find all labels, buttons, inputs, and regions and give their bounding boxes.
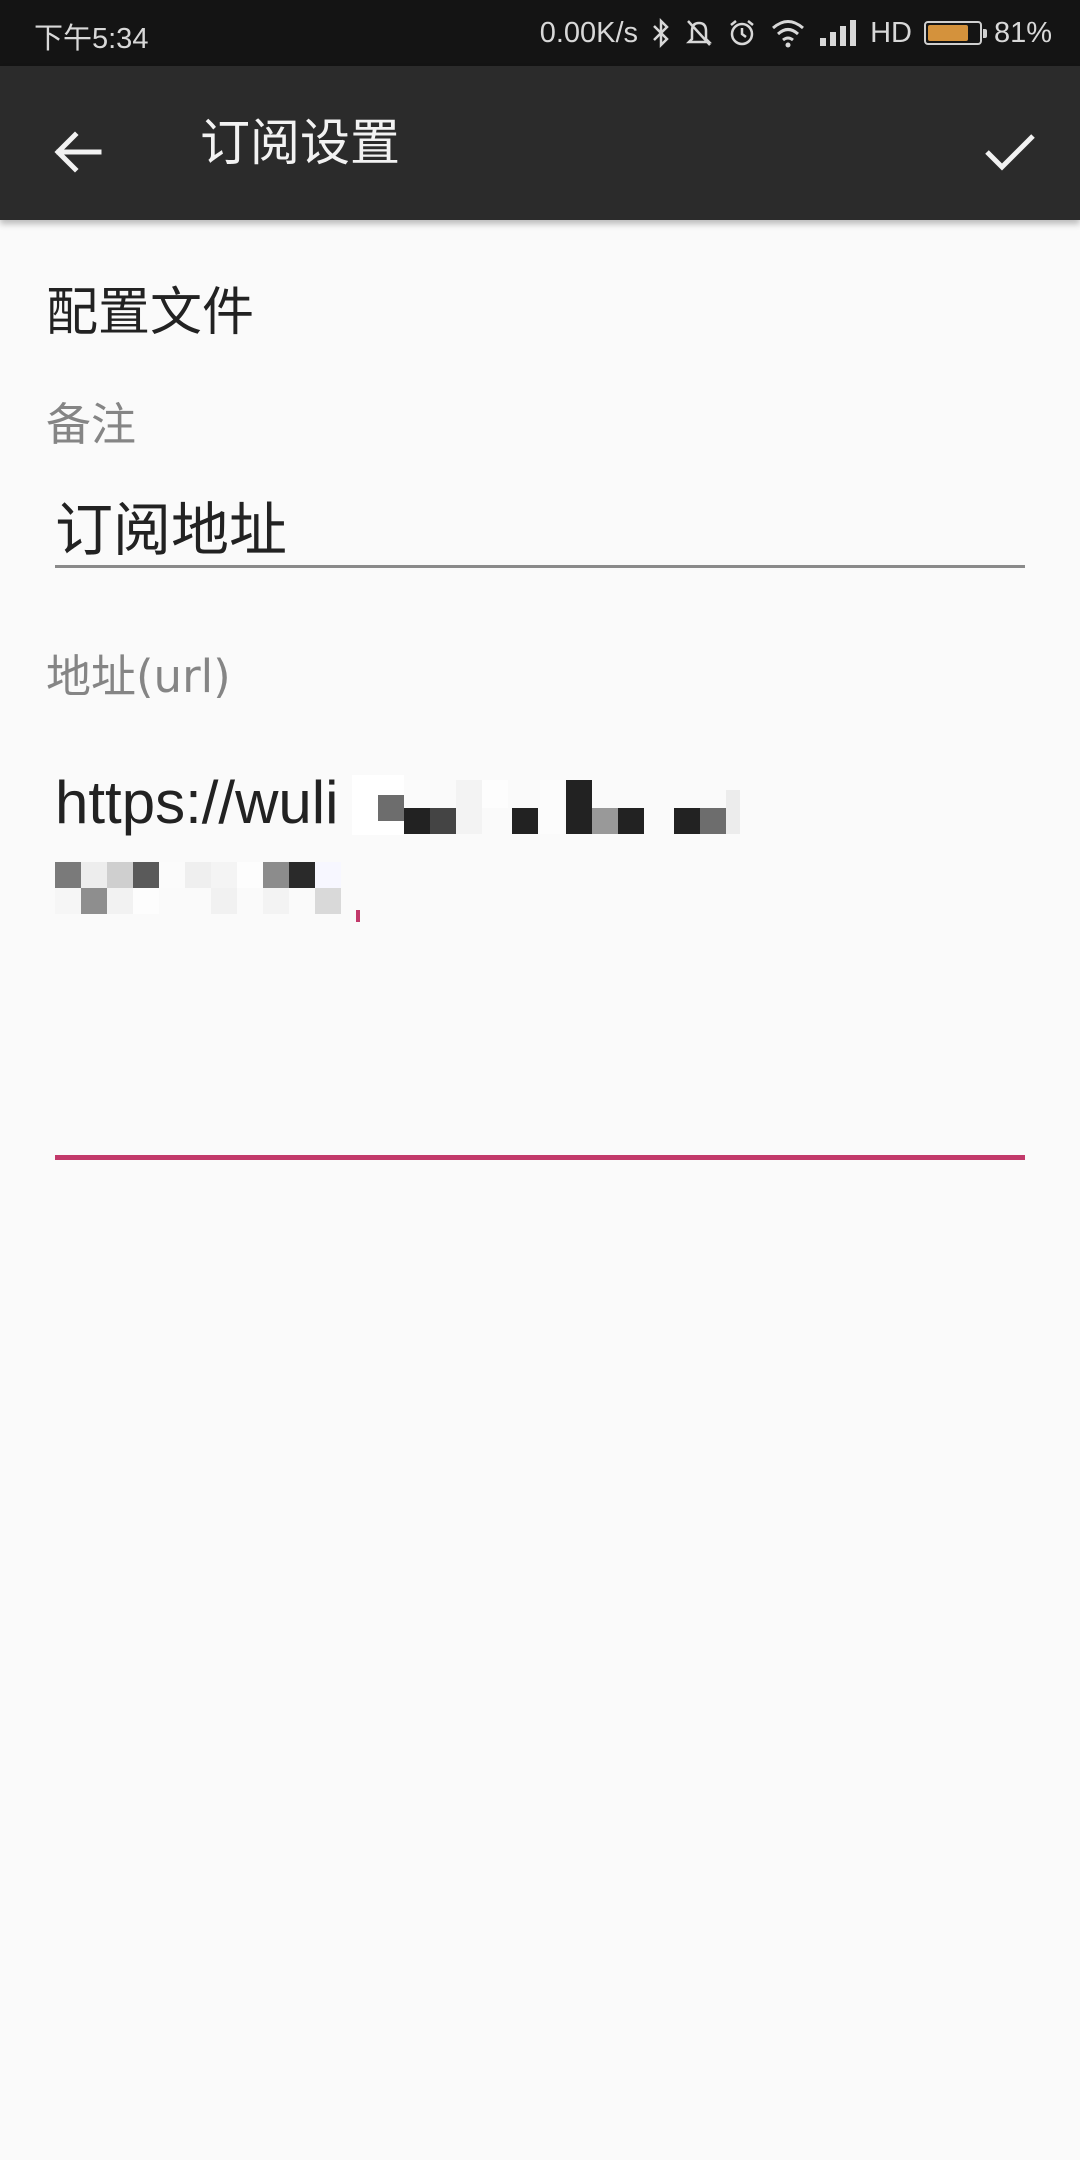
status-bar: 下午5:34 0.00K/s HD 81% (0, 0, 1080, 66)
wifi-icon (770, 17, 806, 49)
remark-underline (55, 565, 1025, 568)
network-type: HD (870, 16, 912, 49)
battery-percent: 81% (993, 16, 1052, 49)
url-label: 地址(url) (46, 650, 231, 703)
text-cursor (356, 910, 360, 922)
arrow-back-icon (54, 131, 102, 173)
mute-bell-icon (684, 17, 714, 49)
url-text: https://wuli (55, 769, 339, 836)
status-time: 下午5:34 (34, 23, 149, 55)
check-icon (985, 134, 1035, 171)
url-underline (55, 1155, 1025, 1160)
signal-icon (818, 18, 858, 48)
net-speed: 0.00K/s (539, 16, 639, 49)
page-title: 订阅设置 (200, 114, 400, 172)
remark-input[interactable]: 订阅地址 (55, 483, 1025, 567)
alarm-icon (726, 17, 758, 49)
battery-tip (982, 29, 987, 38)
confirm-button[interactable] (968, 110, 1052, 194)
battery-icon (923, 21, 987, 45)
remark-label: 备注 (46, 398, 137, 451)
status-icons: 0.00K/s HD 81% (540, 12, 1052, 54)
bluetooth-icon (650, 17, 672, 49)
app-bar: 订阅设置 (0, 66, 1080, 220)
battery-fill (927, 25, 969, 41)
back-button[interactable] (36, 110, 120, 194)
section-title: 配置文件 (46, 283, 255, 343)
